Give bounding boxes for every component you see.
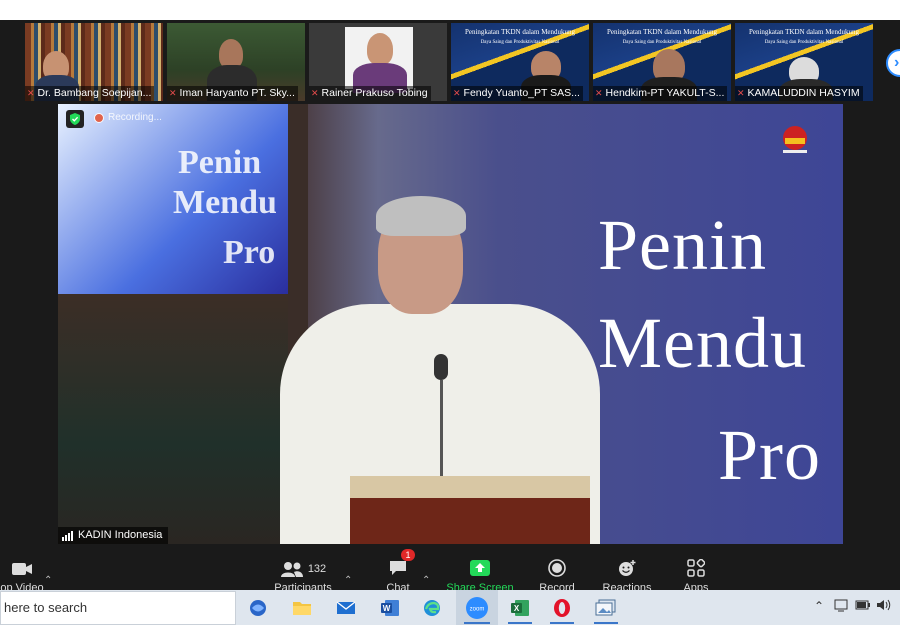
windows-taskbar: here to search W zoom X ⌃ [0,590,900,625]
mic-muted-icon: ✕ [169,88,177,98]
participants-options-caret-icon[interactable]: ⌃ [344,575,352,586]
podium-top [350,476,590,498]
svg-text:X: X [514,604,520,613]
edge-browser-icon [424,599,440,616]
slide-title: Peningkatan TKDN dalam Mendukung [606,28,718,36]
share-screen-icon [470,560,490,576]
screen-text-line: Mendu [173,184,277,221]
taskbar-app-edge[interactable] [412,590,452,625]
chat-options-caret-icon[interactable]: ⌃ [422,575,430,586]
slide-subtitle: Daya Saing dan Produktivitas Nasional [764,40,844,45]
taskbar-app-zoom[interactable]: zoom [456,590,498,625]
participants-icon [280,562,303,577]
banner-text-line: Pro [718,415,822,495]
taskbar-app-task-view[interactable] [238,590,278,625]
volume-icon[interactable] [876,598,892,615]
taskbar-search-box[interactable]: here to search [0,591,236,625]
participant-name: Hendkim-PT YAKULT-S... [605,87,725,99]
open-app-indicator [594,622,618,624]
record-icon [548,559,566,577]
mic-muted-icon: ✕ [595,88,603,98]
microphone [434,354,448,380]
taskbar-app-excel[interactable]: X [500,590,540,625]
apps-icon [687,559,705,577]
show-hidden-icons-caret-icon[interactable]: ⌃ [814,599,824,613]
mic-muted-icon: ✕ [27,88,35,98]
participant-tile[interactable]: ✕ Rainer Prakuso Tobing [309,23,447,101]
taskbar-search-text: here to search [4,600,88,615]
mail-icon [336,600,356,614]
screen-text-line: Pro [223,234,276,271]
mic-muted-icon: ✕ [737,88,745,98]
zoom-meeting-window: ✕ Dr. Bambang Soepijan... ✕ Iman Haryanto … [0,20,900,610]
battery-icon[interactable] [855,598,871,615]
mic-muted-icon: ✕ [453,88,461,98]
slide-title: Peningkatan TKDN dalam Mendukung [464,28,576,36]
slide-subtitle: Daya Saing dan Produktivitas Nasional [622,40,702,45]
speaker-name-tag: KADIN Indonesia [58,527,169,544]
recording-dot-icon [94,112,104,123]
microphone-stand [440,380,443,480]
event-logo-icon [783,126,807,153]
participant-name: Dr. Bambang Soepijan... [37,87,152,99]
speaker-name: KADIN Indonesia [78,529,163,541]
participant-name: KAMALUDDIN HASYIM [747,87,860,99]
slide-title: Peningkatan TKDN dalam Mendukung [748,28,860,36]
taskbar-app-photos[interactable] [586,590,626,625]
open-app-indicator [550,622,574,624]
banner-text-line: Penin [598,205,768,285]
opera-browser-icon [554,598,570,617]
camera-icon [12,563,32,575]
mic-muted-icon: ✕ [311,88,319,98]
chat-icon [390,561,406,575]
slide-subtitle: Daya Saing dan Produktivitas Nasional [480,40,560,45]
svg-text:W: W [383,604,391,613]
encryption-shield-icon[interactable] [66,110,84,128]
photos-icon [595,599,616,615]
main-speaker-video[interactable]: Penin Mendu Pro Penin Mendu Pro Recordin… [58,104,843,544]
word-icon: W [381,599,399,616]
participant-name: Iman Haryanto PT. Sky... [179,87,295,99]
participant-name: Fendy Yuanto_PT SAS... [463,87,580,99]
connection-strength-icon [62,530,74,541]
participant-name: Rainer Prakuso Tobing [321,87,428,99]
participant-tile[interactable]: Peningkatan TKDN dalam Mendukung Daya Sai… [593,23,731,101]
active-app-indicator [464,622,490,624]
participant-video [367,33,393,65]
participant-tile[interactable]: ✕ Iman Haryanto PT. Sky... [167,23,305,101]
video-options-caret-icon[interactable]: ⌃ [44,575,52,586]
svg-text:zoom: zoom [470,606,485,612]
excel-icon: X [511,599,529,616]
next-page-button[interactable]: › [886,49,900,77]
banner-text-line: Mendu [598,303,807,383]
recording-label: Recording... [108,112,162,123]
participants-count: 132 [307,563,327,575]
folder-icon [293,601,311,615]
chat-unread-badge: 1 [401,549,415,561]
participant-tile[interactable]: ✕ Dr. Bambang Soepijan... [25,23,163,101]
reactions-icon [619,560,636,576]
zoom-app-icon: zoom [466,596,488,619]
recording-indicator: Recording... [94,112,162,123]
screen-text-line: Penin [178,144,262,181]
pen-workspace-icon[interactable] [834,598,848,615]
background-room [58,294,288,544]
speaker-figure [376,196,466,236]
taskbar-app-opera[interactable] [542,590,582,625]
participant-tile[interactable]: Peningkatan TKDN dalam Mendukung Daya Sai… [735,23,873,101]
taskbar-app-word[interactable]: W [370,590,410,625]
taskbar-app-file-explorer[interactable] [282,590,322,625]
open-app-indicator [508,622,532,624]
participant-tile[interactable]: Peningkatan TKDN dalam Mendukung Daya Sai… [451,23,589,101]
taskbar-app-mail[interactable] [326,590,366,625]
blue-globe-icon [250,599,266,616]
background-screen: Penin Mendu Pro [58,104,288,294]
